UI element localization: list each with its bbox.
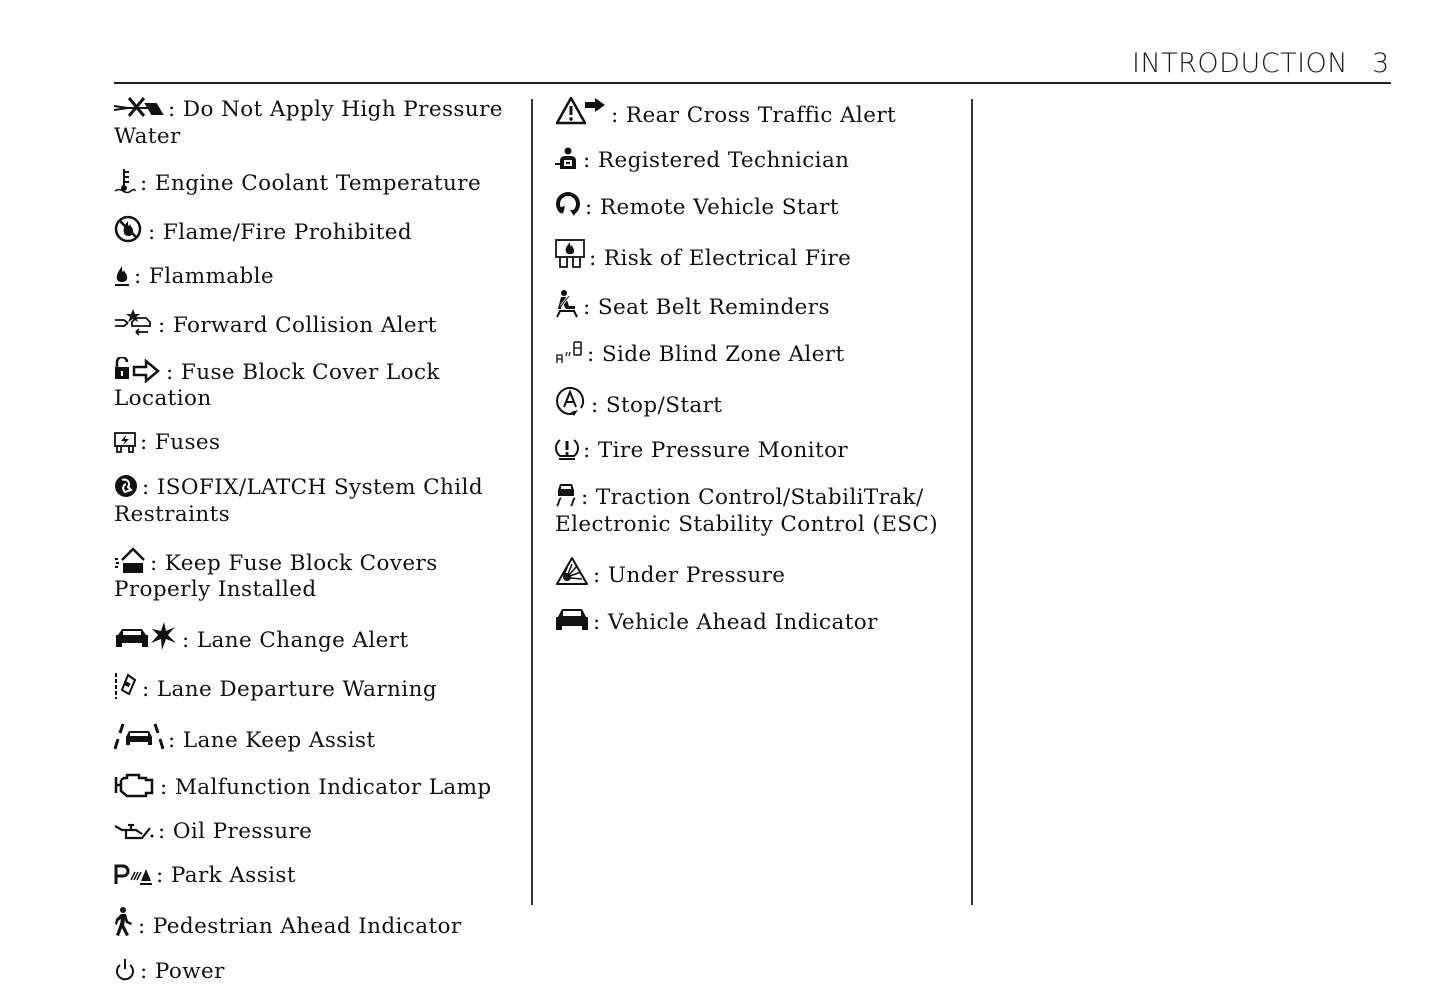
list-item: : Do Not Apply High Pressure Water	[114, 96, 524, 150]
list-item: : Under Pressure	[555, 556, 955, 590]
entry-label: : Fuse Block Cover Lock Location	[114, 359, 440, 412]
fuses-icon	[114, 431, 136, 453]
entry-label: : Flammable	[134, 263, 275, 289]
list-item: : Vehicle Ahead Indicator	[555, 607, 955, 637]
entry-label: : Risk of Electrical Fire	[589, 246, 852, 271]
list-item: : Fuses	[114, 430, 524, 457]
park-assist-icon	[114, 864, 152, 886]
list-item: : Remote Vehicle Start	[555, 192, 955, 222]
header-rule	[114, 82, 1391, 84]
high-pressure-water-prohibited-icon	[114, 96, 164, 120]
list-item: : Pedestrian Ahead Indicator	[114, 907, 524, 941]
seat-belt-reminder-icon	[555, 290, 579, 318]
page-number: 3	[1372, 48, 1390, 79]
entry-label: : Rear Cross Traffic Alert	[611, 103, 897, 128]
fuse-block-cover-installed-icon	[114, 546, 146, 574]
entry-label: : Seat Belt Reminders	[583, 295, 830, 320]
entry-label: : Lane Change Alert	[182, 628, 409, 653]
list-item: : ISOFIX/LATCH System Child Restraints	[114, 474, 524, 528]
registered-technician-icon	[555, 147, 579, 171]
rear-cross-traffic-alert-icon	[555, 96, 607, 126]
entry-label: : Registered Technician	[583, 148, 850, 173]
list-item: : Park Assist	[114, 863, 524, 890]
entry-label: : Traction Control/StabiliTrak/ Electron…	[555, 485, 939, 537]
list-item: : Traction Control/StabiliTrak/ Electron…	[555, 482, 955, 538]
vehicle-ahead-icon	[555, 607, 589, 633]
entry-label: : Vehicle Ahead Indicator	[593, 609, 878, 635]
under-pressure-icon	[555, 556, 589, 586]
entry-label: : Oil Pressure	[158, 819, 313, 844]
entry-label: : Malfunction Indicator Lamp	[160, 775, 492, 800]
list-item: : Keep Fuse Block Covers Properly Instal…	[114, 546, 524, 604]
list-item: : Flammable	[114, 264, 524, 291]
entry-label: : Engine Coolant Temperature	[140, 170, 482, 196]
list-item: : Lane Keep Assist	[114, 721, 524, 755]
entry-label: : ISOFIX/LATCH System Child Restraints	[114, 475, 483, 527]
forward-collision-alert-icon	[114, 308, 154, 336]
isofix-latch-icon	[114, 474, 138, 498]
remote-vehicle-start-icon	[555, 192, 581, 218]
entry-label: : Tire Pressure Monitor	[583, 438, 849, 463]
lane-departure-warning-icon	[114, 672, 138, 700]
list-item: : Power	[114, 958, 524, 986]
fuse-block-cover-lock-icon	[114, 356, 162, 383]
list-item: : Risk of Electrical Fire	[555, 239, 955, 273]
column-divider-1	[531, 99, 533, 905]
lane-keep-assist-icon	[114, 721, 164, 751]
entry-label: : Do Not Apply High Pressure Water	[114, 97, 503, 149]
engine-coolant-temperature-icon	[114, 168, 136, 194]
symbol-list-column-2: : Rear Cross Traffic Alert : Registered …	[555, 96, 955, 654]
list-item: : Lane Departure Warning	[114, 672, 524, 704]
list-item: : Malfunction Indicator Lamp	[114, 772, 524, 802]
traction-control-icon	[555, 482, 577, 508]
entry-label: : Side Blind Zone Alert	[587, 342, 845, 367]
entry-label: : Remote Vehicle Start	[585, 195, 839, 220]
entry-label: : Under Pressure	[593, 562, 786, 588]
list-item: : Seat Belt Reminders	[555, 290, 955, 322]
entry-label: : Flame/Fire Prohibited	[148, 219, 413, 245]
entry-label: : Park Assist	[156, 863, 296, 888]
entry-label: : Forward Collision Alert	[158, 312, 437, 338]
list-item: : Tire Pressure Monitor	[555, 437, 955, 465]
lane-change-alert-icon	[114, 621, 178, 651]
list-item: : Registered Technician	[555, 147, 955, 175]
list-item: : Rear Cross Traffic Alert	[555, 96, 955, 130]
column-divider-2	[971, 99, 973, 905]
flame-prohibited-icon	[114, 215, 144, 243]
electrical-fire-risk-icon	[555, 239, 585, 269]
entry-label: : Stop/Start	[591, 393, 723, 418]
entry-label: : Lane Keep Assist	[168, 728, 376, 753]
list-item: : Fuse Block Cover Lock Location	[114, 356, 524, 413]
power-icon	[114, 958, 136, 982]
header-title: INTRODUCTION	[1132, 48, 1348, 79]
symbol-list-column-1: : Do Not Apply High Pressure Water : Eng…	[114, 96, 524, 1003]
tire-pressure-monitor-icon	[555, 437, 579, 461]
entry-label: : Pedestrian Ahead Indicator	[138, 914, 462, 939]
entry-label: : Keep Fuse Block Covers Properly Instal…	[114, 550, 438, 603]
malfunction-indicator-lamp-icon	[114, 772, 156, 798]
list-item: : Forward Collision Alert	[114, 308, 524, 340]
entry-label: : Fuses	[140, 430, 221, 455]
list-item: : Engine Coolant Temperature	[114, 168, 524, 198]
pedestrian-ahead-icon	[114, 907, 134, 937]
list-item: : Side Blind Zone Alert	[555, 339, 955, 369]
oil-pressure-icon	[114, 820, 154, 842]
side-blind-zone-alert-icon	[555, 339, 583, 365]
list-item: : Stop/Start	[555, 386, 955, 420]
list-item: : Lane Change Alert	[114, 621, 524, 655]
flammable-icon	[114, 265, 130, 287]
entry-label: : Lane Departure Warning	[142, 677, 437, 702]
list-item: : Oil Pressure	[114, 819, 524, 846]
list-item: : Flame/Fire Prohibited	[114, 215, 524, 247]
entry-label: : Power	[140, 959, 225, 984]
stop-start-icon	[555, 386, 587, 416]
